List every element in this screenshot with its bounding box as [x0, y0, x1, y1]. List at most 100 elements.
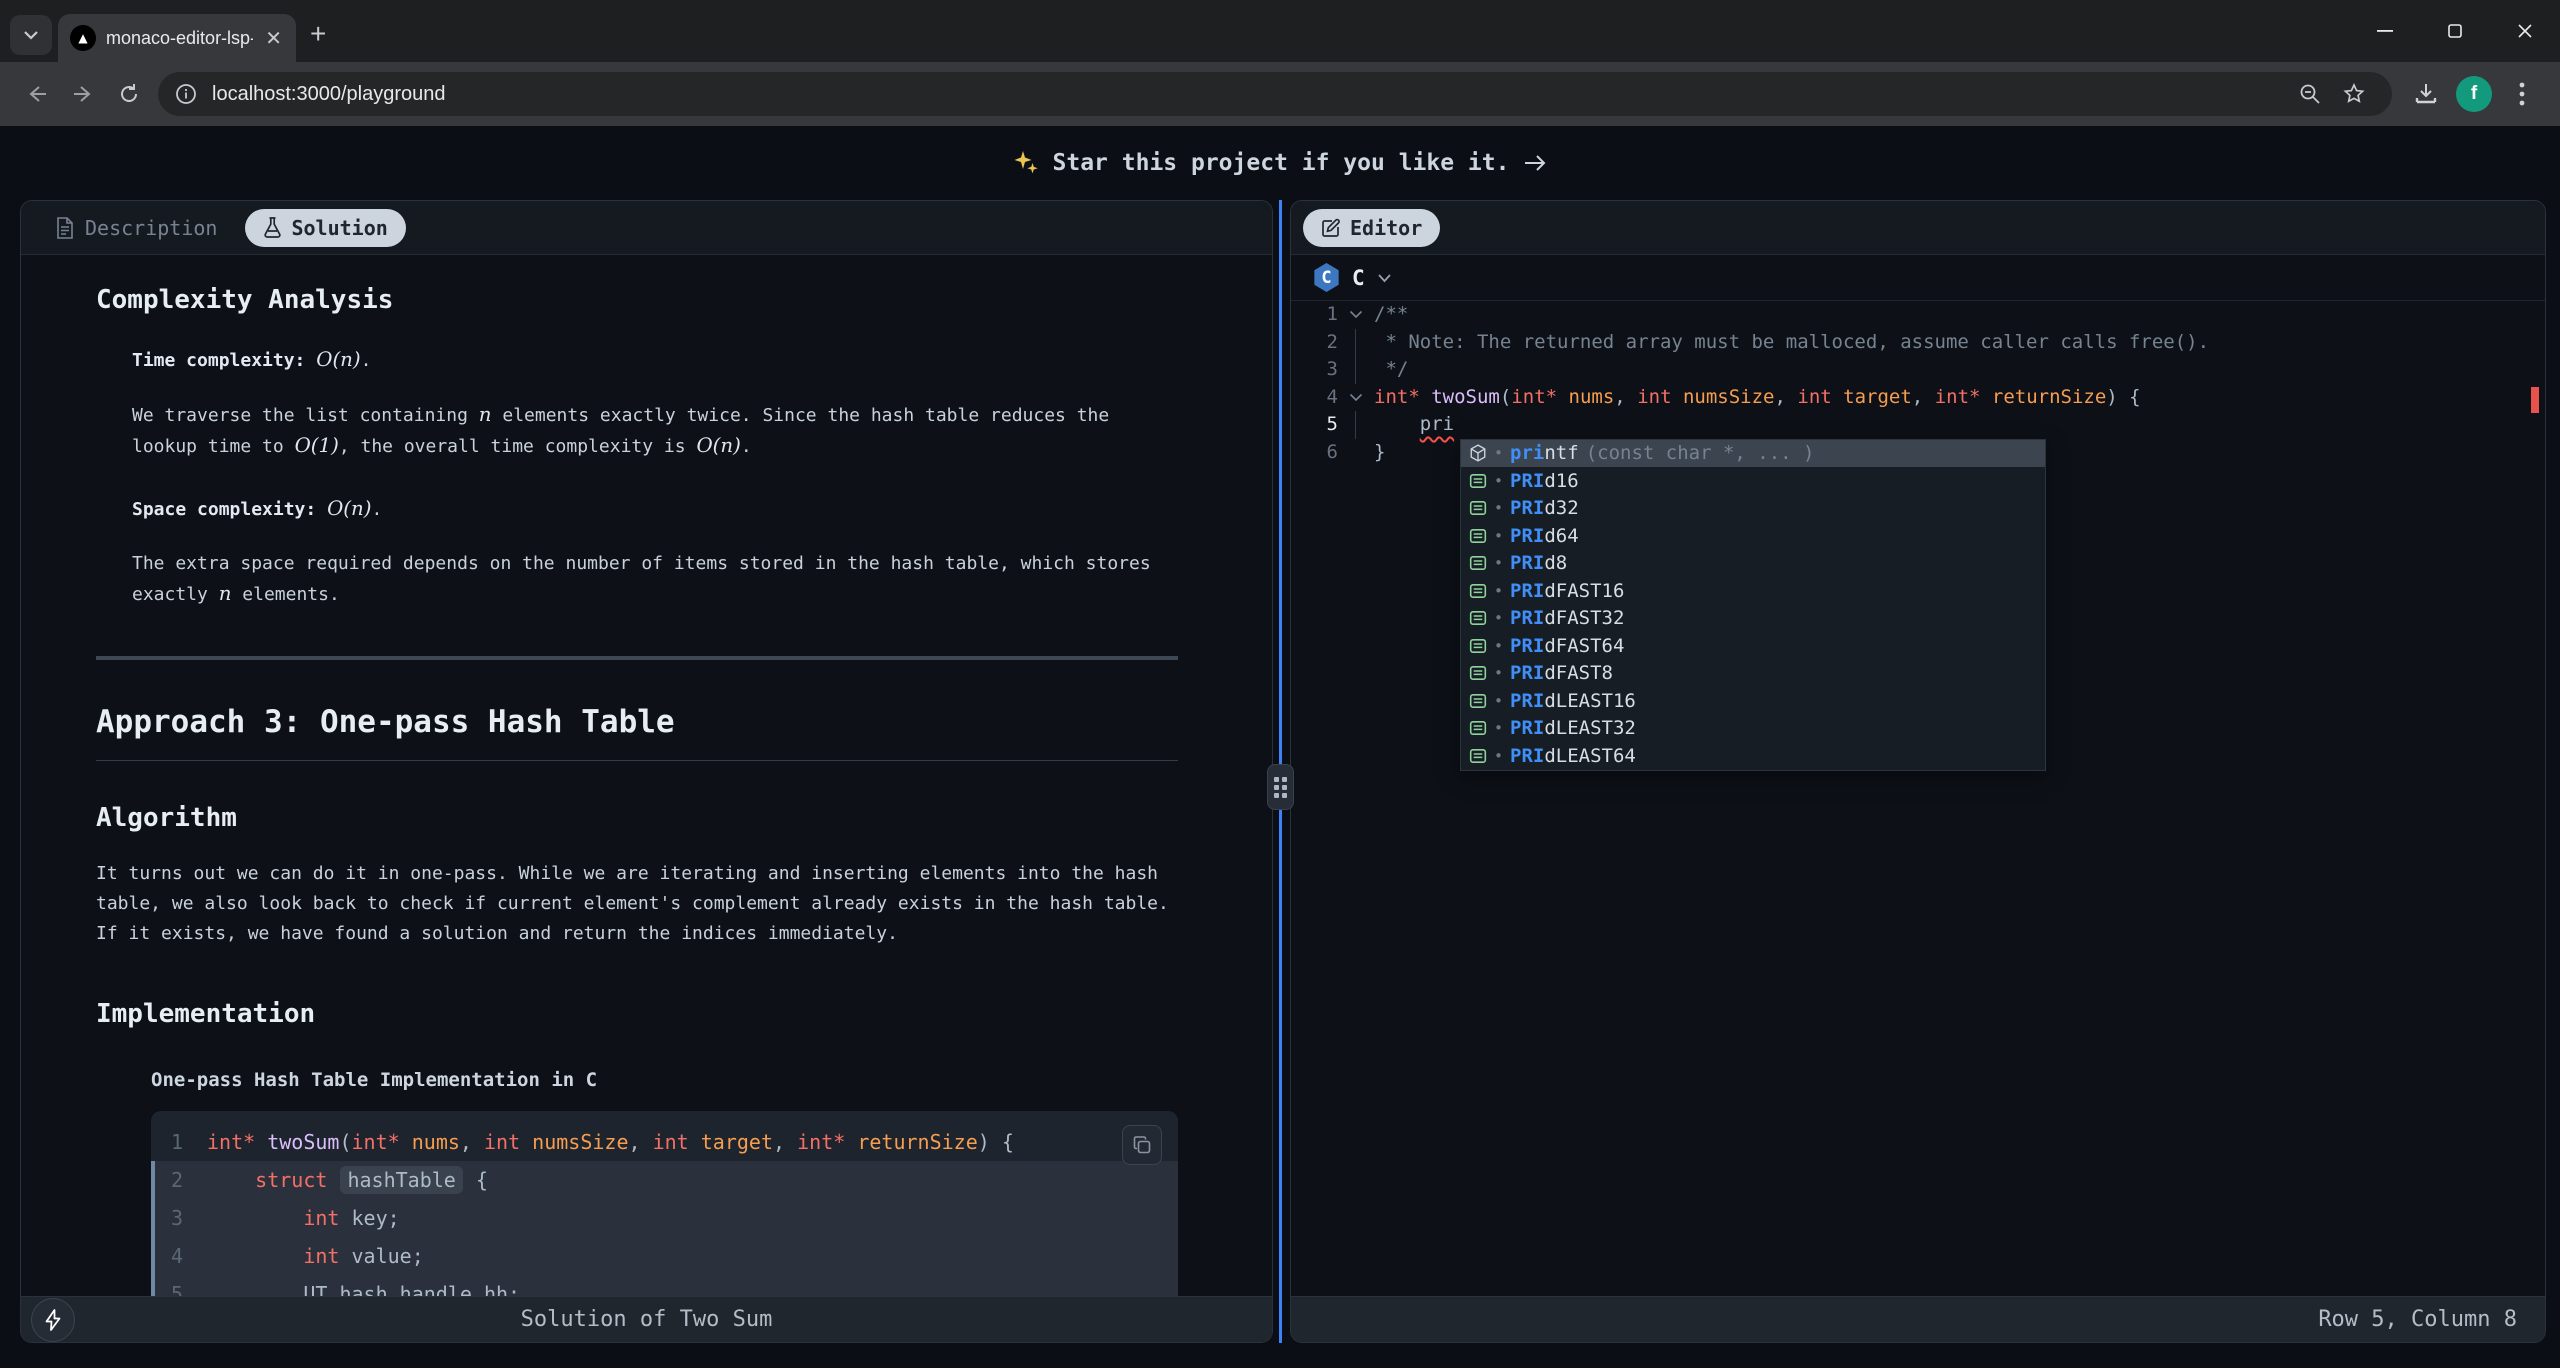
browser-tab[interactable]: ▲ monaco-editor-lsp-next ✕ — [58, 14, 296, 62]
forward-button[interactable] — [60, 71, 106, 117]
suggestion-item[interactable]: •PRIdFAST16 — [1461, 577, 2045, 605]
editor-pane-header: Editor — [1291, 201, 2545, 255]
line-code: UT_hash_handle hh; — [207, 1275, 520, 1296]
suggestion-label: PRId16 — [1510, 470, 1579, 492]
bookmark-star-icon[interactable] — [2332, 72, 2376, 116]
implementation-heading: Implementation — [96, 999, 1272, 1029]
suggestion-bullet: • — [1494, 609, 1503, 627]
suggestion-item[interactable]: • PRIdLEAST32 — [1461, 715, 2045, 743]
line-code: int* twoSum(int* nums, int numsSize, int… — [207, 1123, 1014, 1161]
close-tab-icon[interactable]: ✕ — [263, 26, 284, 51]
complexity-block: Time complexity: O(n). We traverse the l… — [132, 345, 1172, 610]
suggestion-item[interactable]: •PRId8 — [1461, 550, 2045, 578]
code-line: 1int* twoSum(int* nums, int numsSize, in… — [151, 1123, 1178, 1161]
editor-line-number: 5 — [1291, 411, 1338, 439]
vercel-triangle-icon: ▲ — [70, 25, 96, 51]
tab-solution-label: Solution — [291, 216, 387, 240]
function-suggestion-icon — [1469, 444, 1487, 462]
pane-resize-handle[interactable] — [1267, 764, 1294, 810]
field-suggestion-icon — [1469, 719, 1487, 737]
copy-code-button[interactable] — [1122, 1125, 1162, 1165]
close-window-button[interactable] — [2490, 0, 2560, 62]
editor-line-code: int* twoSum(int* nums, int numsSize, int… — [1374, 384, 2141, 412]
solution-document: Complexity Analysis Time complexity: O(n… — [21, 255, 1272, 1296]
fold-chevron-icon[interactable] — [1338, 384, 1374, 412]
language-selector[interactable]: C C — [1291, 255, 2545, 301]
time-complexity-line: Time complexity: O(n). — [132, 345, 1172, 376]
editor-line-code: * Note: The returned array must be mallo… — [1374, 329, 2209, 357]
editor-line-code: } — [1374, 439, 1385, 467]
suggestion-label: PRId8 — [1510, 552, 1567, 574]
suggestion-label: PRIdFAST16 — [1510, 580, 1624, 602]
star-project-banner[interactable]: Star this project if you like it. — [0, 126, 2560, 200]
field-suggestion-icon — [1469, 472, 1487, 490]
line-number: 5 — [155, 1275, 207, 1296]
minimize-button[interactable] — [2350, 0, 2420, 62]
lightning-button[interactable] — [31, 1298, 75, 1342]
time-complexity-paragraph: We traverse the list containing n elemen… — [132, 400, 1172, 462]
menu-kebab-icon[interactable] — [2498, 70, 2546, 118]
space-complexity-paragraph: The extra space required depends on the … — [132, 549, 1172, 610]
download-icon[interactable] — [2402, 70, 2450, 118]
field-suggestion-icon — [1469, 747, 1487, 765]
tab-description-label: Description — [85, 216, 217, 240]
editor-line[interactable]: 5 pri — [1291, 411, 2545, 439]
browser-toolbar: localhost:3000/playground f — [0, 62, 2560, 126]
suggestion-label: PRIdLEAST32 — [1510, 717, 1636, 739]
line-code: int value; — [207, 1237, 424, 1275]
suggestion-bullet: • — [1494, 664, 1503, 682]
back-button[interactable] — [14, 71, 60, 117]
editor-line[interactable]: 2 * Note: The returned array must be mal… — [1291, 329, 2545, 357]
reload-button[interactable] — [106, 71, 152, 117]
approach-heading: Approach 3: One-pass Hash Table — [96, 704, 1178, 761]
url-text[interactable]: localhost:3000/playground — [212, 83, 2288, 106]
suggest-list: •printf(const char *, ... )•PRId16•PRId3… — [1461, 440, 2045, 770]
pencil-icon — [1321, 218, 1341, 238]
fold-guide-line — [1338, 356, 1374, 384]
monaco-editor[interactable]: 1/**2 * Note: The returned array must be… — [1291, 301, 2545, 1296]
suggestion-item[interactable]: •PRIdFAST64 — [1461, 632, 2045, 660]
left-status-bar: Solution of Two Sum — [21, 1296, 1272, 1342]
editor-line[interactable]: 1/** — [1291, 301, 2545, 329]
suggestion-label: PRIdFAST8 — [1510, 662, 1613, 684]
fold-chevron-icon[interactable] — [1338, 301, 1374, 329]
url-bar[interactable]: localhost:3000/playground — [158, 72, 2392, 116]
tab-solution[interactable]: Solution — [245, 209, 405, 247]
suggestion-label: PRIdFAST64 — [1510, 635, 1624, 657]
tab-search-button[interactable] — [10, 15, 52, 55]
suggestion-item[interactable]: •PRIdFAST32 — [1461, 605, 2045, 633]
zoom-icon[interactable] — [2288, 72, 2332, 116]
editor-line[interactable]: 4int* twoSum(int* nums, int numsSize, in… — [1291, 384, 2545, 412]
gutter-spacer — [1338, 439, 1374, 467]
tab-search-chevron-icon — [23, 30, 39, 40]
autocomplete-popup: •printf(const char *, ... )•PRId16•PRId3… — [1460, 439, 2046, 771]
profile-avatar[interactable]: f — [2450, 70, 2498, 118]
new-tab-button[interactable]: + — [310, 18, 326, 50]
suggestion-item[interactable]: • PRId16 — [1461, 467, 2045, 495]
suggestion-item[interactable]: •PRIdLEAST64 — [1461, 742, 2045, 770]
suggestion-item[interactable]: •PRIdLEAST16 — [1461, 687, 2045, 715]
suggestion-label: PRId64 — [1510, 525, 1579, 547]
suggestion-bullet: • — [1494, 444, 1503, 462]
suggestion-item[interactable]: • PRId64 — [1461, 522, 2045, 550]
suggestion-item[interactable]: • PRIdFAST8 — [1461, 660, 2045, 688]
section-divider — [96, 656, 1178, 660]
editor-line[interactable]: 3 */ — [1291, 356, 2545, 384]
suggestion-bullet: • — [1494, 527, 1503, 545]
suggestion-item[interactable]: •PRId32 — [1461, 495, 2045, 523]
tab-editor-label: Editor — [1350, 216, 1422, 240]
site-info-icon[interactable] — [174, 82, 198, 106]
code-line: 2 struct hashTable { — [151, 1161, 1178, 1199]
chevron-down-icon — [1377, 273, 1392, 283]
suggestion-bullet: • — [1494, 472, 1503, 490]
suggestion-bullet: • — [1494, 719, 1503, 737]
field-suggestion-icon — [1469, 582, 1487, 600]
tab-editor[interactable]: Editor — [1303, 209, 1440, 247]
tab-description[interactable]: Description — [55, 216, 217, 240]
suggestion-item[interactable]: •printf(const char *, ... ) — [1461, 440, 2045, 468]
maximize-button[interactable] — [2420, 0, 2490, 62]
tab-title: monaco-editor-lsp-next — [106, 28, 253, 49]
left-status-text: Solution of Two Sum — [521, 1307, 773, 1332]
error-overview-marker — [2531, 387, 2539, 413]
line-code: struct hashTable { — [207, 1161, 488, 1199]
